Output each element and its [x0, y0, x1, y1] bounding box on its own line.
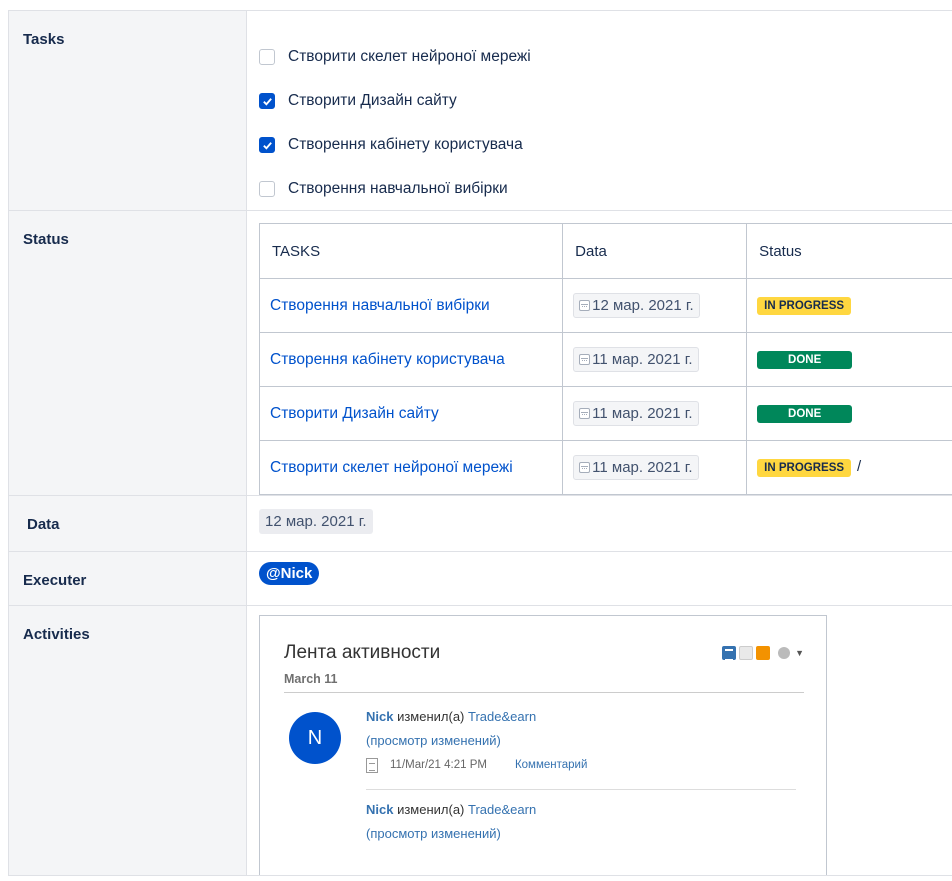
gear-icon[interactable] — [778, 647, 791, 659]
checkbox-unchecked-icon[interactable] — [259, 49, 275, 65]
task-label: Створення навчальної вибірки — [288, 180, 508, 197]
task-label: Створити Дизайн сайту — [288, 92, 457, 109]
task-link[interactable]: Створити Дизайн сайту — [270, 405, 439, 422]
activity-entry: N Nick изменил(а) Trade&earn (просмотр и… — [284, 705, 804, 790]
date-text: 11 мар. 2021 г. — [592, 405, 693, 422]
calendar-icon — [579, 462, 591, 473]
date-text: 11 мар. 2021 г. — [592, 459, 693, 476]
task-item[interactable]: Створити Дизайн сайту — [259, 79, 952, 123]
table-row: Створити Дизайн сайту 11 мар. 2021 г. DO… — [258, 386, 952, 441]
page-link[interactable]: Trade&earn — [468, 802, 536, 817]
task-link[interactable]: Створення кабінету користувача — [270, 351, 505, 368]
column-header-status: Status — [746, 223, 952, 279]
view-changes-link[interactable]: (просмотр изменений) — [366, 826, 501, 841]
activity-date-group: March 11 — [284, 664, 804, 693]
date-lozenge[interactable]: 11 мар. 2021 г. — [573, 455, 699, 480]
table-row: Створення кабінету користувача 11 мар. 2… — [258, 332, 952, 387]
calendar-icon — [579, 300, 591, 311]
activities-label: Activities — [8, 605, 247, 876]
status-lozenge: DONE — [757, 351, 853, 369]
date-lozenge[interactable]: 11 мар. 2021 г. — [573, 347, 699, 372]
list-view-icon[interactable] — [739, 646, 754, 660]
activity-title: Лента активности — [284, 642, 441, 663]
calendar-icon — [579, 408, 591, 419]
column-header-tasks: TASKS — [258, 223, 564, 279]
page-icon — [366, 757, 378, 773]
activity-entry: Nick изменил(а) Trade&earn (просмотр изм… — [366, 798, 804, 846]
user-mention[interactable]: @Nick — [259, 562, 320, 585]
activity-stream: Лента активности ▼ March 11 N Nick измен… — [259, 615, 827, 875]
date-text: 11 мар. 2021 г. — [592, 351, 693, 368]
task-item[interactable]: Створення навчальної вибірки — [259, 167, 952, 211]
status-lozenge: IN PROGRESS — [757, 297, 852, 315]
task-label: Створення кабінету користувача — [288, 136, 523, 153]
data-label: Data — [8, 495, 247, 552]
date-value[interactable]: 12 мар. 2021 г. — [259, 509, 373, 534]
comment-link[interactable]: Комментарий — [515, 753, 587, 777]
table-row: Створення навчальної вибірки 12 мар. 202… — [258, 278, 952, 333]
view-changes-link[interactable]: (просмотр изменений) — [366, 733, 501, 748]
action-text: изменил(а) — [393, 709, 468, 724]
checkbox-unchecked-icon[interactable] — [259, 181, 275, 197]
status-label: Status — [8, 210, 247, 496]
task-list: Створити скелет нейроної мережі Створити… — [259, 11, 952, 210]
page-link[interactable]: Trade&earn — [468, 709, 536, 724]
date-lozenge[interactable]: 11 мар. 2021 г. — [573, 401, 699, 426]
checkbox-checked-icon[interactable] — [259, 137, 275, 153]
user-link[interactable]: Nick — [366, 802, 393, 817]
task-link[interactable]: Створити скелет нейроної мережі — [270, 459, 513, 476]
page-properties-table: Tasks Створити скелет нейроної мережі Ст… — [8, 10, 952, 876]
column-header-data: Data — [562, 223, 748, 279]
status-table: TASKS Data Status Створення навчальної в… — [258, 223, 952, 495]
full-view-icon[interactable] — [722, 646, 737, 661]
status-lozenge: DONE — [757, 405, 853, 423]
task-label: Створити скелет нейроної мережі — [288, 48, 531, 65]
task-item[interactable]: Створення кабінету користувача — [259, 123, 952, 167]
task-link[interactable]: Створення навчальної вибірки — [270, 297, 490, 314]
status-suffix: / — [857, 458, 862, 475]
task-item[interactable]: Створити скелет нейроної мережі — [259, 35, 952, 79]
table-row: Створити скелет нейроної мережі 11 мар. … — [258, 440, 952, 495]
user-link[interactable]: Nick — [366, 709, 393, 724]
date-text: 12 мар. 2021 г. — [592, 297, 694, 314]
tasks-label: Tasks — [8, 10, 247, 211]
activity-time: 11/Mar/21 4:21 PM — [390, 759, 487, 771]
status-lozenge: IN PROGRESS — [757, 459, 852, 477]
checkbox-checked-icon[interactable] — [259, 93, 275, 109]
avatar[interactable]: N — [289, 712, 341, 764]
executer-label: Executer — [8, 551, 247, 606]
chevron-down-icon[interactable]: ▼ — [795, 648, 804, 658]
action-text: изменил(а) — [393, 802, 468, 817]
date-lozenge[interactable]: 12 мар. 2021 г. — [573, 293, 700, 318]
rss-icon[interactable] — [756, 646, 771, 660]
calendar-icon — [579, 354, 591, 365]
